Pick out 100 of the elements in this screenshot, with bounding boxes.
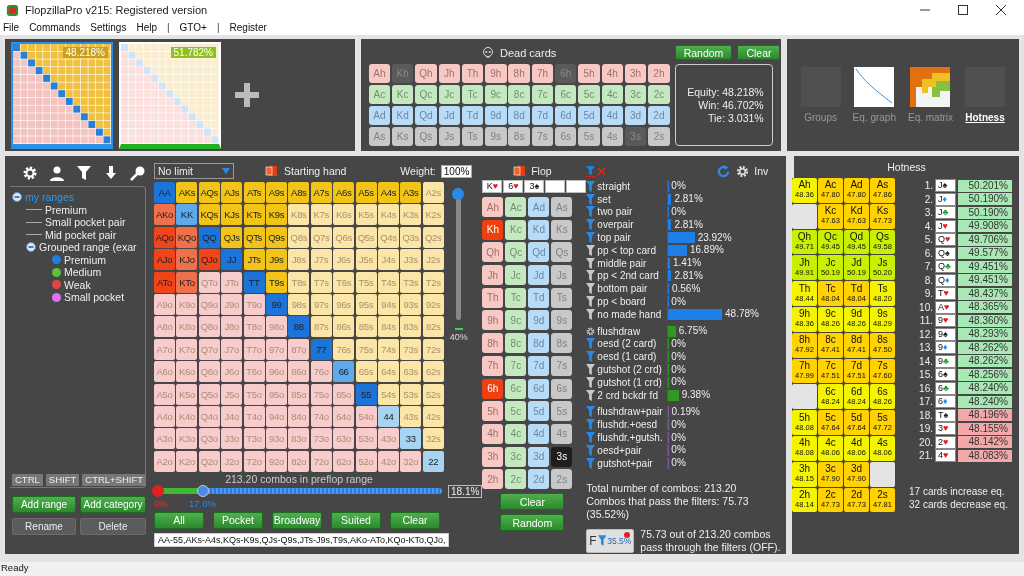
card-key[interactable]: 4h (482, 423, 504, 444)
hand-cell[interactable]: 43s (400, 405, 422, 427)
hand-cell[interactable]: Q8o (198, 316, 220, 338)
hand-cell[interactable]: Q9s (265, 226, 287, 248)
card-key[interactable]: Kc (505, 219, 527, 240)
card-key[interactable]: Qh (415, 64, 437, 83)
hand-cell[interactable]: 95o (265, 383, 287, 405)
percent-field[interactable]: 18.1% (448, 484, 483, 498)
hand-cell[interactable]: K6s (333, 204, 355, 226)
menu-item[interactable]: Commands (29, 22, 81, 33)
card-key[interactable]: 7d (531, 106, 554, 125)
hand-cell[interactable]: ATs (243, 182, 265, 203)
card-key[interactable]: 5s (578, 127, 600, 146)
filter-label[interactable]: flushdr.+oesd (597, 419, 666, 431)
tree-item[interactable]: Premium (45, 203, 87, 216)
hand-cell[interactable]: Q7s (310, 226, 332, 248)
filter-toggle-button[interactable]: F 35.5% (586, 528, 635, 553)
dead-cards-button[interactable]: Clear (737, 45, 781, 60)
card-key[interactable]: 3c (624, 85, 647, 104)
hand-cell[interactable]: 75s (355, 338, 377, 360)
hand-cell[interactable]: T3s (400, 271, 422, 293)
hand-cell[interactable]: AKs (176, 182, 198, 203)
filter-label[interactable]: gutshot (1 crd) (597, 376, 666, 388)
flop-button[interactable]: Random (500, 514, 565, 532)
card-key[interactable]: 9s (485, 127, 507, 146)
card-key[interactable]: 2c (505, 469, 527, 490)
hand-cell[interactable]: 63s (400, 361, 422, 383)
range-preset-button[interactable]: All (154, 511, 204, 529)
filter-label[interactable]: pp < 2nd card (597, 270, 666, 282)
hand-cell[interactable]: 72s (422, 338, 444, 360)
hand-cell[interactable]: AKo (154, 204, 175, 226)
hand-cell[interactable]: T6s (333, 271, 355, 293)
card-key[interactable]: 9d (528, 310, 550, 331)
hand-cell[interactable]: A3s (400, 182, 422, 203)
hand-cell[interactable]: 88 (288, 316, 310, 338)
hand-cell[interactable]: K8s (288, 204, 310, 226)
hand-cell[interactable]: 84s (377, 316, 399, 338)
hand-cell[interactable]: 65o (333, 383, 355, 405)
maximize-icon[interactable] (958, 5, 968, 15)
hand-cell[interactable]: 52s (422, 383, 444, 405)
settings-icon[interactable] (586, 325, 596, 337)
hand-cell[interactable]: 44 (377, 405, 399, 427)
card-key[interactable]: 9h (482, 310, 504, 331)
hand-cell[interactable]: T2s (422, 271, 444, 293)
card-key[interactable]: Js (438, 127, 460, 146)
hand-cell[interactable]: 94s (377, 293, 399, 315)
slider-handle[interactable] (196, 484, 209, 497)
hand-cell[interactable]: K7o (176, 338, 198, 360)
hand-cell[interactable]: K5o (176, 383, 198, 405)
hand-cell[interactable]: A8s (288, 182, 310, 203)
tree-item[interactable]: my ranges (25, 191, 75, 204)
card-key[interactable]: 5c (578, 85, 600, 104)
hand-cell[interactable]: T7s (310, 271, 332, 293)
hand-cell[interactable]: Q2s (422, 226, 444, 248)
hand-cell[interactable]: A9s (265, 182, 287, 203)
hand-cell[interactable]: JTo (221, 271, 243, 293)
hand-cell[interactable]: Q3o (198, 428, 220, 450)
hand-cell[interactable]: 98s (288, 293, 310, 315)
hand-cell[interactable]: Q5o (198, 383, 220, 405)
hand-cell[interactable]: 87o (288, 338, 310, 360)
hand-cell[interactable]: T5s (355, 271, 377, 293)
card-key[interactable]: 9c (485, 85, 507, 104)
hand-cell[interactable]: J9o (221, 293, 243, 315)
hand-cell[interactable]: T5o (243, 383, 265, 405)
download-icon[interactable] (103, 165, 119, 181)
hand-cell[interactable]: T8s (288, 271, 310, 293)
card-key[interactable]: 8s (551, 333, 573, 354)
hand-cell[interactable]: K9s (265, 204, 287, 226)
hand-cell[interactable]: Q9o (198, 293, 220, 315)
hand-cell[interactable]: KTs (243, 204, 265, 226)
hand-cell[interactable]: J9s (265, 249, 287, 271)
hand-cell[interactable]: Q6s (333, 226, 355, 248)
hand-cell[interactable]: K4s (377, 204, 399, 226)
filter-label[interactable]: set (597, 193, 666, 205)
hand-cell[interactable]: 43o (377, 428, 399, 450)
hand-cell[interactable]: 73s (400, 338, 422, 360)
card-key[interactable]: 8d (508, 106, 530, 125)
hand-cell[interactable]: KQs (198, 204, 220, 226)
hand-cell[interactable]: 65s (355, 361, 377, 383)
card-key[interactable]: Qd (528, 242, 550, 263)
card-key[interactable]: 8c (505, 333, 527, 354)
hand-cell[interactable]: 95s (355, 293, 377, 315)
hand-cell[interactable]: 42o (377, 450, 399, 472)
hand-cell[interactable]: Q4s (377, 226, 399, 248)
hand-cell[interactable]: 82s (422, 316, 444, 338)
hand-cell[interactable]: T4o (243, 405, 265, 427)
hand-cell[interactable]: J6o (221, 361, 243, 383)
hand-cell[interactable]: A7o (154, 338, 175, 360)
card-key[interactable]: 4d (528, 423, 550, 444)
card-key[interactable]: 6d (528, 378, 550, 399)
hand-cell[interactable]: 92s (422, 293, 444, 315)
card-key[interactable]: Qh (482, 242, 504, 263)
card-key[interactable]: 2c (648, 85, 670, 104)
hand-cell[interactable]: 66 (333, 361, 355, 383)
card-key[interactable]: 5h (482, 401, 504, 422)
matrix-thumbnail-icon[interactable] (910, 67, 951, 107)
filter-label[interactable]: pp < board (597, 296, 666, 308)
hand-cell[interactable]: A2s (422, 182, 444, 203)
hand-cell[interactable]: 22 (422, 450, 444, 472)
card-key[interactable]: 7h (482, 355, 504, 376)
